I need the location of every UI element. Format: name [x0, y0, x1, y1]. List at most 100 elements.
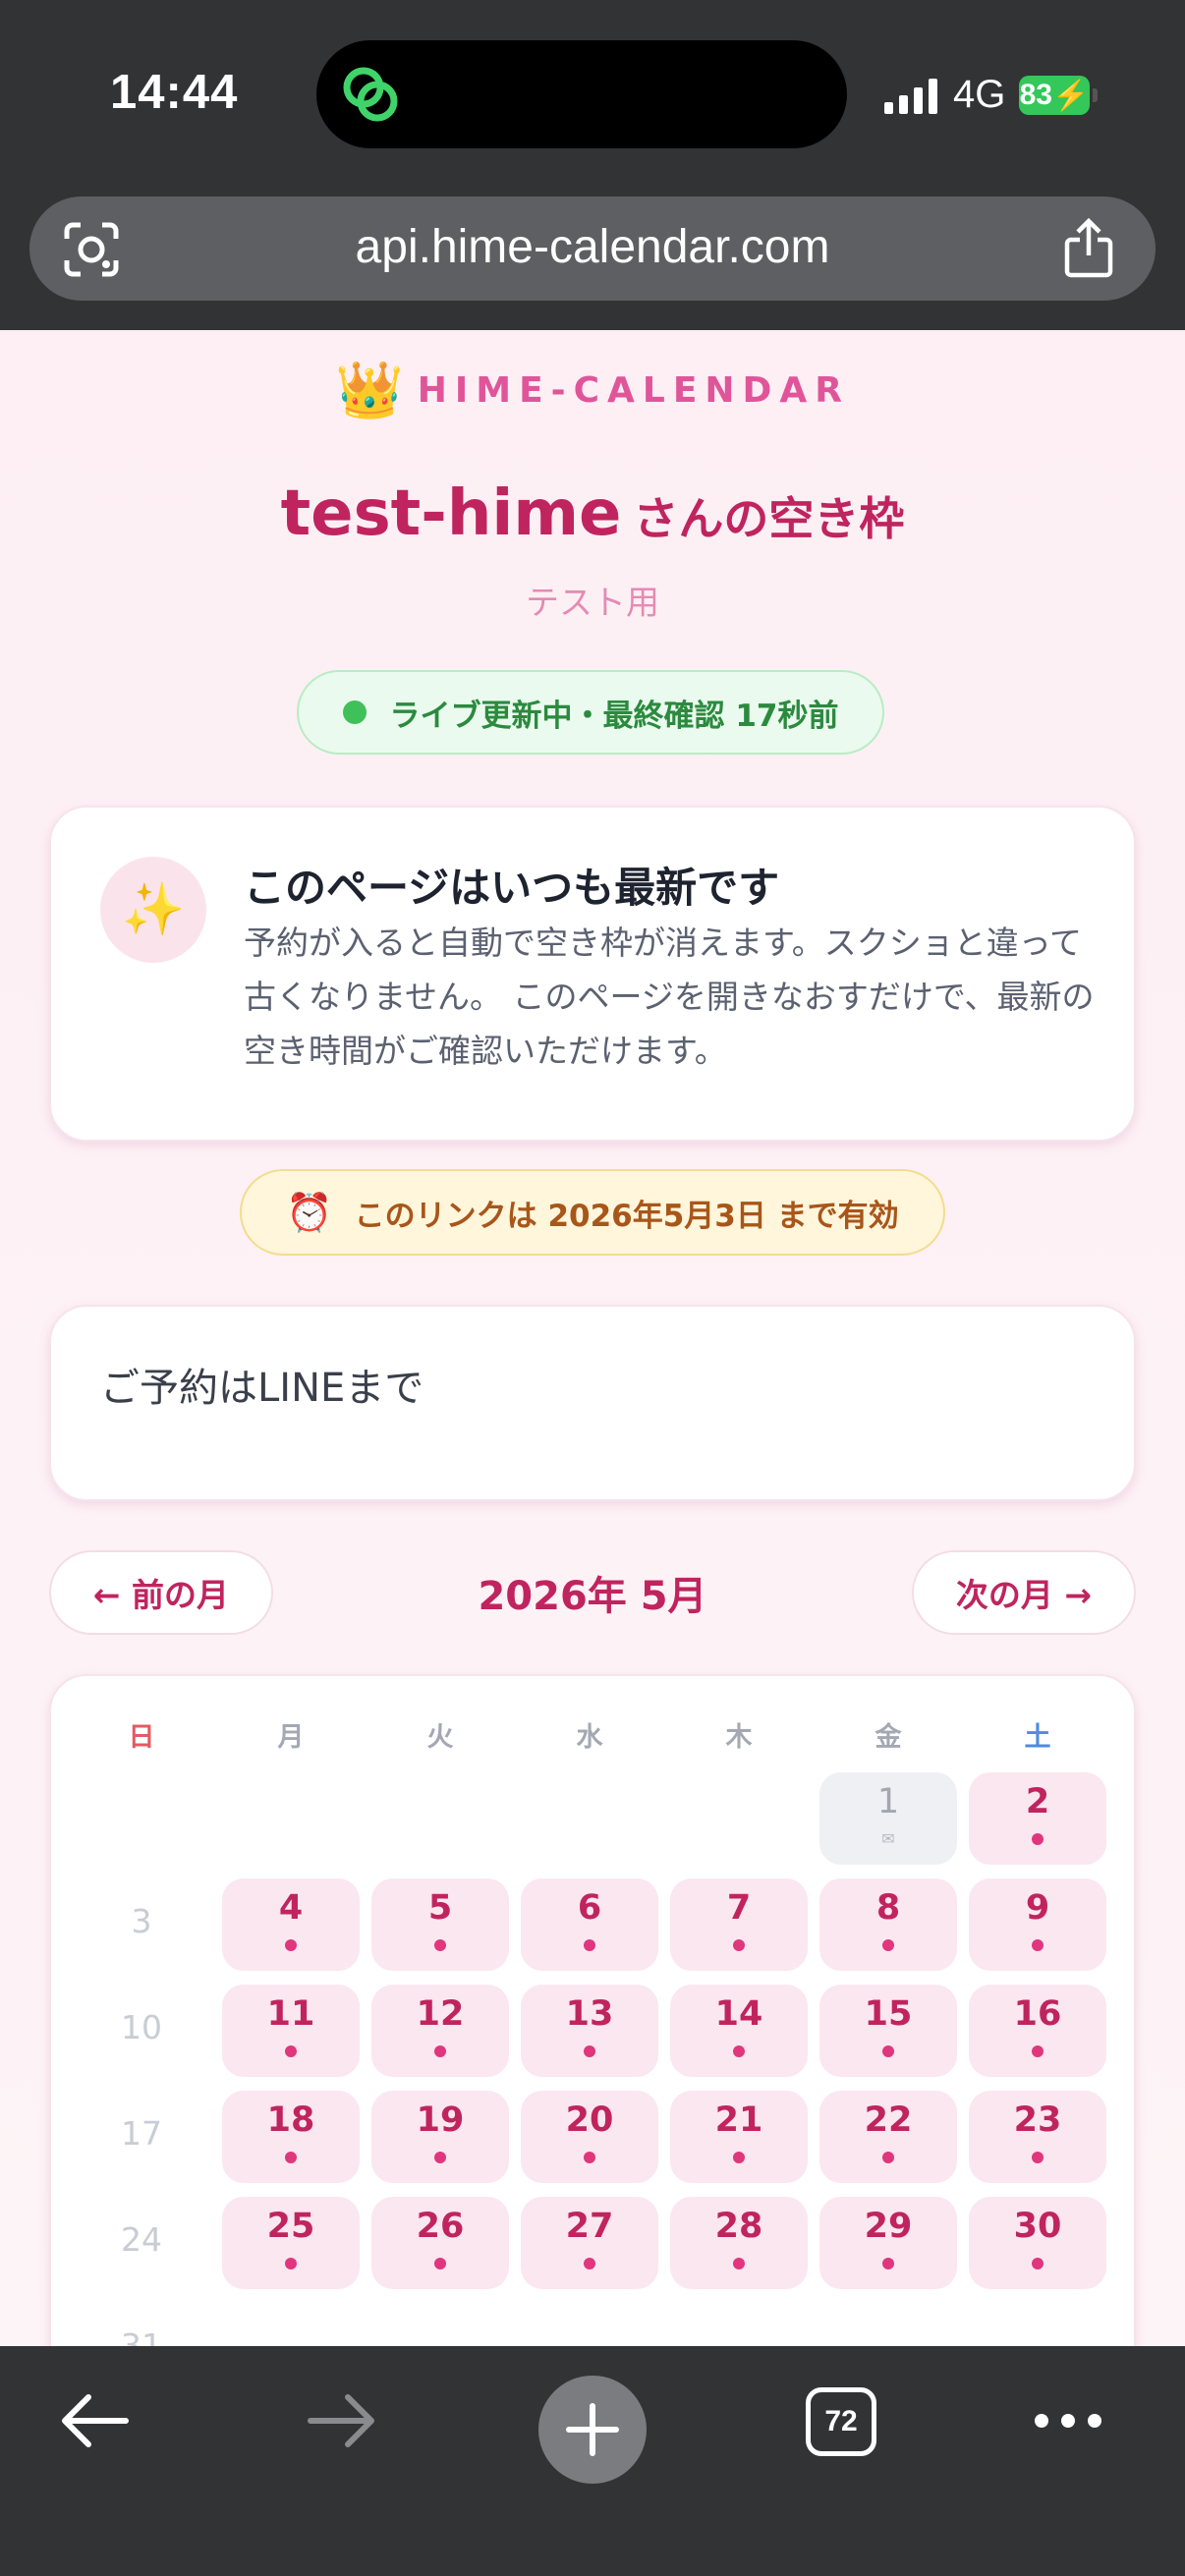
day-cell-available[interactable]: 15 — [819, 1985, 957, 2077]
day-number: 20 — [565, 2100, 614, 2140]
day-cell-available[interactable]: 16 — [969, 1985, 1106, 2077]
crown-icon: 👑 — [334, 359, 404, 422]
day-number: 9 — [1025, 1888, 1050, 1928]
day-number: 2 — [1025, 1782, 1050, 1821]
back-arrow-icon[interactable] — [59, 2391, 130, 2450]
signal-icon — [884, 79, 937, 114]
day-cell-available[interactable]: 27 — [521, 2197, 658, 2289]
day-cell-available[interactable]: 9 — [969, 1878, 1106, 1971]
day-cell-available[interactable]: 21 — [670, 2091, 808, 2183]
day-number: 5 — [427, 1888, 453, 1928]
day-cell-available[interactable]: 26 — [371, 2197, 509, 2289]
sunday-date: 24 — [121, 2220, 162, 2259]
availability-dot — [434, 2152, 446, 2163]
day-cell-available[interactable]: 6 — [521, 1878, 658, 1971]
url-text[interactable]: api.hime-calendar.com — [29, 220, 1156, 274]
availability-dot — [1032, 1833, 1044, 1845]
day-cell-available[interactable]: 12 — [371, 1985, 509, 2077]
day-number: 8 — [875, 1888, 901, 1928]
availability-dot — [285, 2152, 297, 2163]
battery-cap — [1093, 88, 1098, 102]
weekday-label: 日 — [128, 1722, 155, 1753]
day-number: 30 — [1013, 2207, 1062, 2246]
sunday-date: 31 — [121, 2326, 162, 2346]
day-cell-available[interactable]: 11 — [222, 1985, 360, 2077]
sunday-date: 3 — [131, 1902, 152, 1940]
status-bar: 14:44 4G 83 ⚡ api.hime-calendar.com — [0, 0, 1185, 330]
day-number: 14 — [714, 1994, 763, 2034]
day-number: 6 — [577, 1888, 602, 1928]
share-icon[interactable] — [1061, 218, 1116, 279]
weekday-label: 金 — [875, 1722, 902, 1753]
link-icon — [343, 67, 398, 122]
tab-count-button[interactable]: 72 — [806, 2387, 876, 2456]
availability-dot — [1032, 2045, 1044, 2057]
info-card: ✨ このページはいつも最新です 予約が入ると自動で空き枠が消えます。スクショと違… — [49, 806, 1136, 1142]
battery-level: 83 — [1019, 79, 1052, 111]
plus-icon — [566, 2403, 619, 2456]
availability-dot — [733, 2045, 745, 2057]
dynamic-island — [316, 40, 847, 148]
weekday-label: 月 — [277, 1722, 305, 1753]
battery-icon: 83 ⚡ — [1019, 76, 1090, 115]
forward-arrow-icon[interactable] — [307, 2391, 377, 2450]
availability-dot — [434, 2045, 446, 2057]
day-cell-available[interactable]: 20 — [521, 2091, 658, 2183]
brand-name: HIME-CALENDAR — [417, 369, 851, 411]
availability-dot — [285, 1939, 297, 1951]
weekday-label: 火 — [426, 1722, 454, 1753]
availability-dot — [733, 1939, 745, 1951]
day-number: 25 — [266, 2207, 315, 2246]
day-cell-available[interactable]: 23 — [969, 2091, 1106, 2183]
availability-dot — [434, 2258, 446, 2269]
address-bar[interactable]: api.hime-calendar.com — [29, 196, 1156, 301]
day-cell-available[interactable]: 25 — [222, 2197, 360, 2289]
page-subtitle: テスト用 — [526, 584, 659, 623]
weekday-label: 木 — [725, 1722, 753, 1753]
day-number: 22 — [864, 2100, 913, 2140]
weekday-label: 水 — [576, 1722, 603, 1753]
availability-dot — [584, 2152, 595, 2163]
day-cell-available[interactable]: 4 — [222, 1878, 360, 1971]
day-number: 1 — [876, 1782, 900, 1821]
availability-dot — [733, 2258, 745, 2269]
day-cell-available[interactable]: 7 — [670, 1878, 808, 1971]
page-title: test-hime さんの空き枠 — [0, 477, 1185, 550]
status-time: 14:44 — [110, 66, 239, 119]
note-card: ご予約はLINEまで — [49, 1305, 1136, 1501]
day-number: 13 — [565, 1994, 614, 2034]
day-number: 27 — [565, 2207, 614, 2246]
title-suffix: さんの空き枠 — [633, 492, 905, 545]
sunday-date: 17 — [121, 2114, 162, 2153]
day-cell-available[interactable]: 2 — [969, 1772, 1106, 1865]
owner-name: test-hime — [280, 477, 622, 550]
day-cell-available[interactable]: 19 — [371, 2091, 509, 2183]
availability-dot — [882, 2045, 894, 2057]
day-cell-available[interactable]: 30 — [969, 2197, 1106, 2289]
day-cell-available[interactable]: 18 — [222, 2091, 360, 2183]
day-cell-available[interactable]: 14 — [670, 1985, 808, 2077]
day-cell-available[interactable]: 13 — [521, 1985, 658, 2077]
day-number: 18 — [266, 2100, 315, 2140]
mail-icon: ✉ — [881, 1829, 895, 1848]
page-content: 👑 HIME-CALENDAR test-hime さんの空き枠 テスト用 ライブ更… — [0, 330, 1185, 2346]
sparkles-icon: ✨ — [100, 857, 206, 963]
day-cell-available[interactable]: 29 — [819, 2197, 957, 2289]
more-icon[interactable] — [1034, 2413, 1102, 2429]
availability-dot — [1032, 2258, 1044, 2269]
day-cell-available[interactable]: 22 — [819, 2091, 957, 2183]
weekday-label: 土 — [1024, 1722, 1051, 1753]
new-tab-button[interactable] — [538, 2376, 647, 2484]
day-cell-available[interactable]: 5 — [371, 1878, 509, 1971]
availability-dot — [882, 1939, 894, 1951]
sunday-date: 10 — [121, 2008, 162, 2046]
day-cell-available[interactable]: 8 — [819, 1878, 957, 1971]
day-number: 23 — [1013, 2100, 1062, 2140]
expiry-text: このリンクは 2026年5月3日 まで有効 — [354, 1198, 899, 1234]
alarm-clock-icon: ⏰ — [286, 1190, 333, 1234]
next-month-button[interactable]: 次の月 → — [912, 1550, 1136, 1635]
availability-dot — [285, 2258, 297, 2269]
availability-dot — [1032, 2152, 1044, 2163]
day-cell-available[interactable]: 28 — [670, 2197, 808, 2289]
live-status-badge: ライブ更新中・最終確認 17秒前 — [297, 670, 884, 755]
